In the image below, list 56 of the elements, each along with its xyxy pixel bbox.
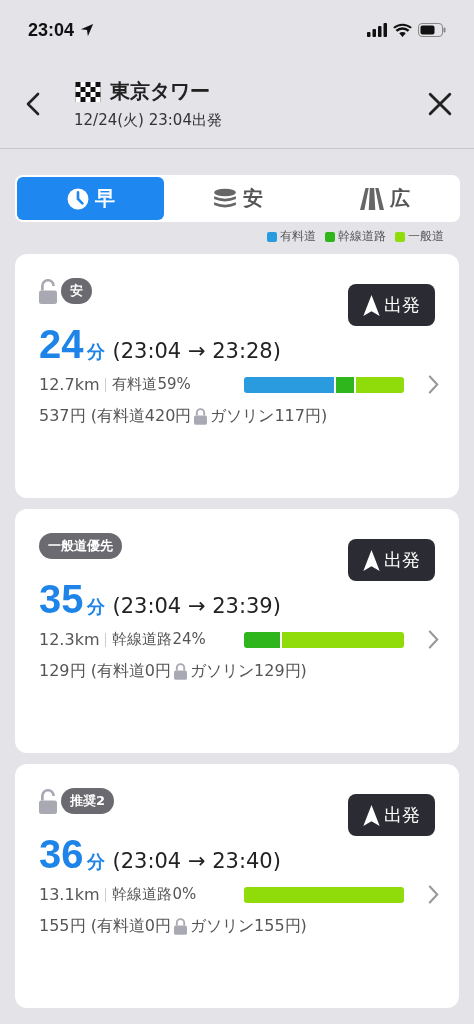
coins-icon	[212, 187, 237, 210]
cost-summary: 155円 (有料道0円	[39, 916, 172, 937]
clock-icon	[66, 187, 89, 210]
route-card[interactable]: 一般道優先 出発 35 分 (23:04 → 23:39) 12.3km 幹線道路24% 129円 (有料道0円 ガソリン129円)	[15, 509, 459, 753]
route-tab[interactable]: 広	[311, 177, 458, 220]
closed-padlock-icon	[194, 408, 208, 425]
gasoline-cost: ガソリン155円)	[190, 916, 307, 937]
chevron-right-icon	[428, 885, 439, 904]
legend-label: 一般道	[408, 228, 444, 245]
duration-minutes: 35	[39, 577, 84, 622]
gasoline-cost: ガソリン117円)	[210, 406, 328, 427]
signal-icon	[367, 23, 387, 37]
minutes-unit: 分	[86, 595, 105, 619]
road-share: 幹線道路24%	[112, 630, 206, 649]
legend-label: 幹線道路	[338, 228, 386, 245]
depart-button[interactable]: 出発	[348, 539, 435, 581]
cost-summary: 537円 (有料道420円	[39, 406, 192, 427]
status-time: 23:04	[28, 19, 75, 41]
minutes-unit: 分	[86, 340, 105, 364]
distance: 12.7km	[39, 375, 100, 394]
time-range: (23:04 → 23:39)	[112, 594, 281, 618]
location-arrow-icon	[80, 23, 95, 37]
route-card[interactable]: 安 出発 24分 (23:04 → 23:28) 12.7km 有料道59% 537円 (有料道420円 ガソリン117円)	[15, 254, 459, 498]
legend-label: 有料道	[280, 228, 316, 245]
route-badge: 一般道優先	[39, 533, 122, 559]
battery-icon	[418, 23, 446, 37]
road-share: 幹線道路0%	[112, 885, 197, 904]
road-share: 有料道59%	[112, 375, 191, 394]
distance: 12.3km	[39, 630, 100, 649]
time-range: (23:04 → 23:40)	[112, 849, 281, 873]
closed-padlock-icon	[174, 918, 188, 935]
checkered-flag-icon	[74, 81, 102, 102]
route-badge: 推奨2	[61, 788, 115, 814]
minutes-unit: 分	[86, 850, 105, 874]
gasoline-cost: ガソリン129円)	[190, 661, 307, 682]
wifi-icon	[393, 23, 412, 37]
closed-padlock-icon	[174, 663, 188, 680]
route-badge: 安	[61, 278, 92, 304]
distance: 13.1km	[39, 885, 100, 904]
duration-minutes: 24	[39, 322, 84, 367]
navigation-arrow-icon	[363, 804, 380, 826]
departure-time: 12/24(火) 23:04出発	[74, 111, 223, 130]
depart-button[interactable]: 出発	[348, 794, 435, 836]
road-icon	[359, 187, 384, 210]
route-tab[interactable]: 早	[17, 177, 164, 220]
depart-button[interactable]: 出発	[348, 284, 435, 326]
route-card[interactable]: 推奨2 出発 36 分 (23:04 → 23:40) 13.1km 幹線道路0% 155円 (有料道0円 ガソリン155円)	[15, 764, 459, 1008]
route-tab[interactable]: 安	[164, 177, 311, 220]
navigation-arrow-icon	[363, 294, 380, 316]
chevron-right-icon	[428, 630, 439, 649]
duration-minutes: 36	[39, 832, 84, 877]
cost-summary: 129円 (有料道0円	[39, 661, 172, 682]
time-range: (23:04 → 23:28)	[112, 339, 281, 363]
navigation-arrow-icon	[363, 549, 380, 571]
destination-title: 東京タワー	[110, 78, 210, 105]
chevron-right-icon	[428, 375, 439, 394]
